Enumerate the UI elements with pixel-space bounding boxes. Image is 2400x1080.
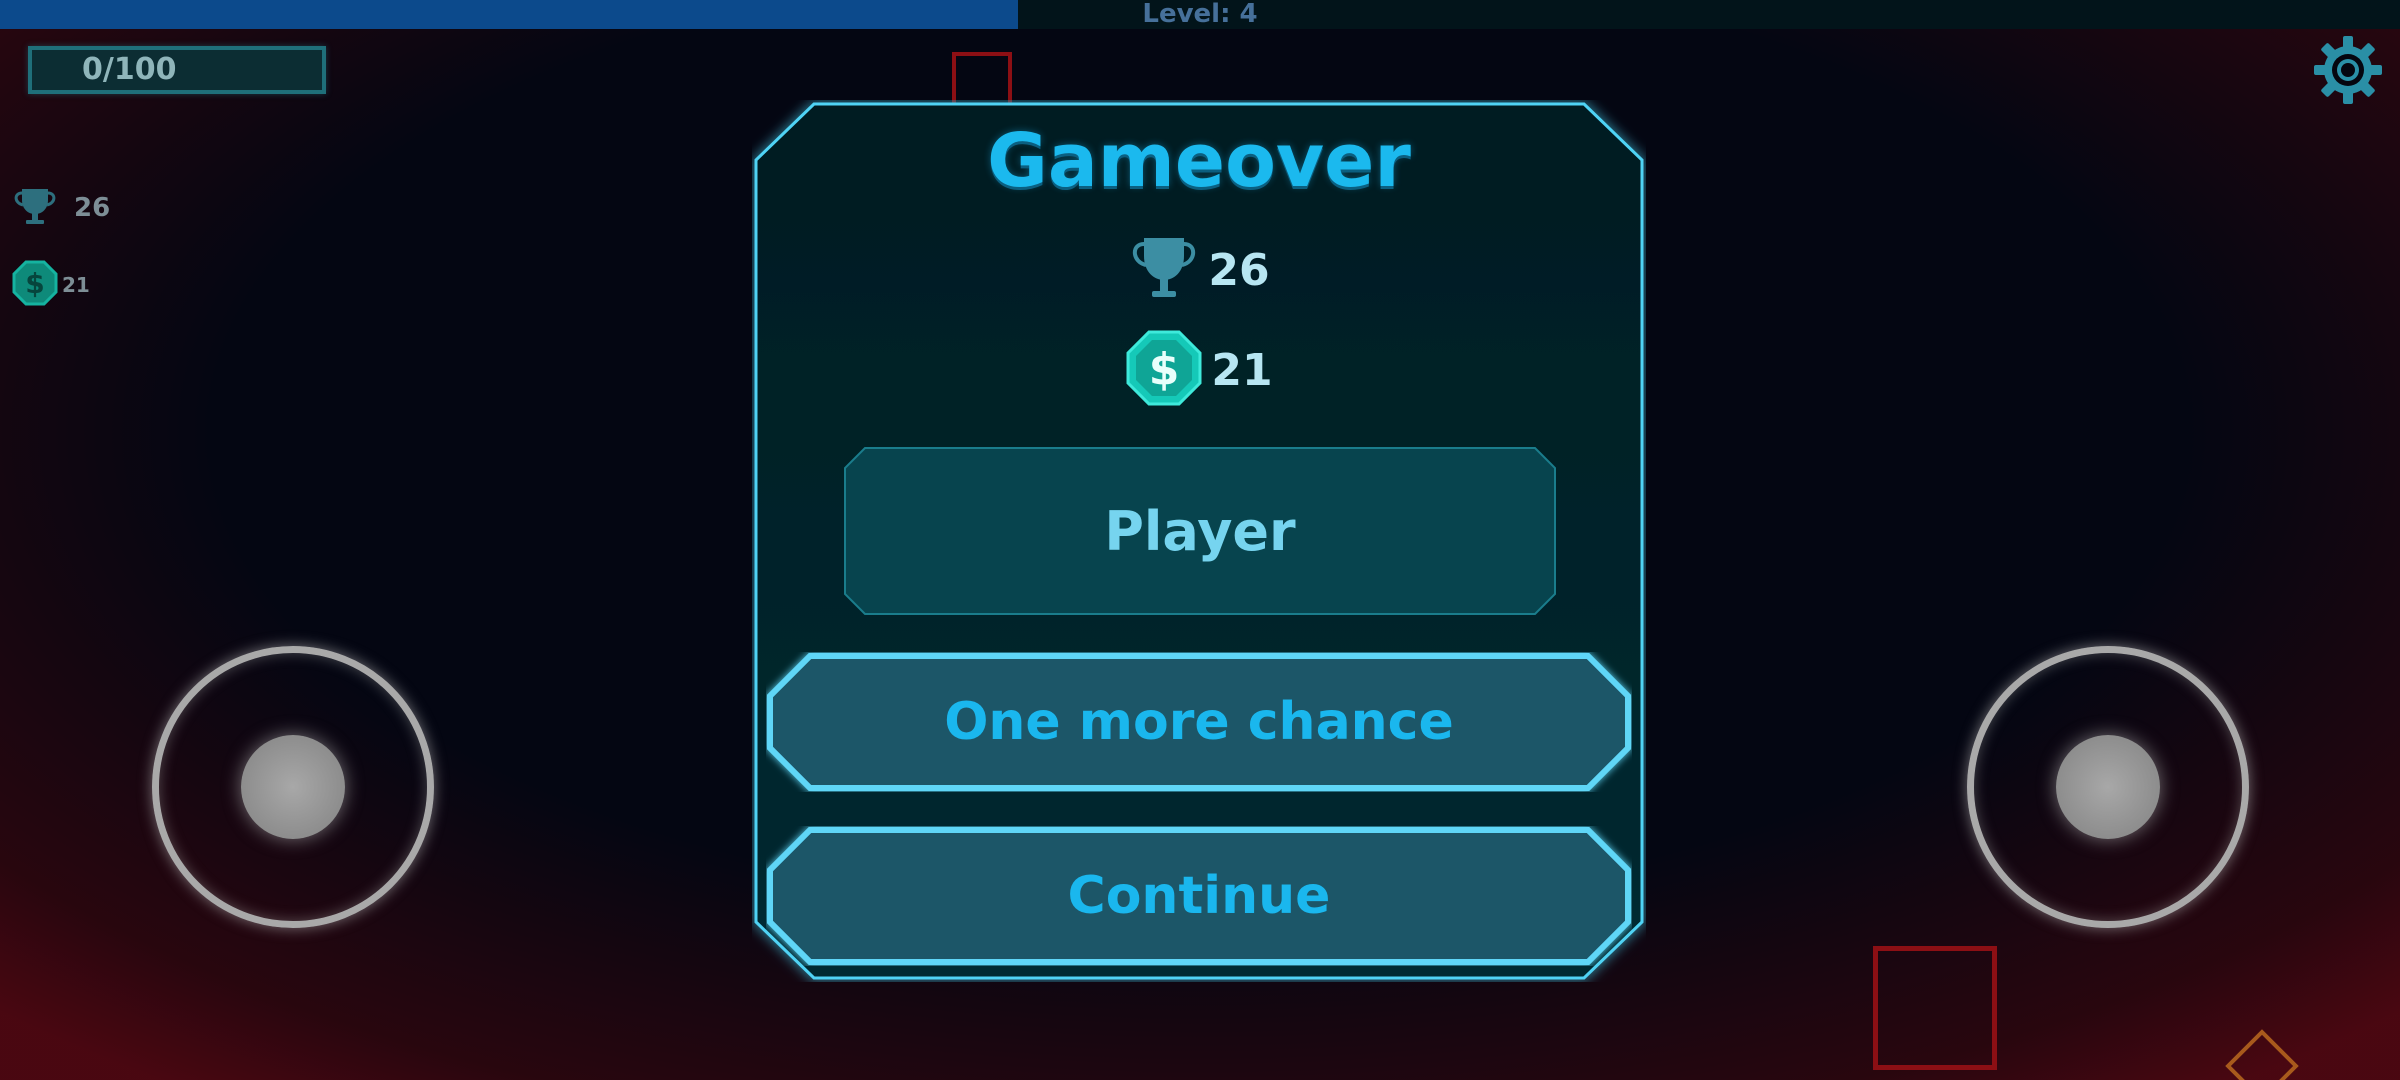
level-progress-bar: Level: 4 (0, 0, 2400, 29)
dialog-trophy-count: 26 (1208, 244, 1270, 296)
joystick-right[interactable] (1967, 646, 2249, 928)
svg-text:$: $ (1149, 344, 1180, 395)
joystick-left-knob[interactable] (241, 735, 345, 839)
trophy-icon (12, 186, 58, 230)
settings-gear-icon[interactable] (2312, 34, 2384, 106)
dialog-trophy-stat: 26 (752, 234, 1646, 306)
player-button-label: Player (1104, 499, 1296, 563)
hud-trophy-stat: 26 (12, 186, 110, 230)
continue-label: Continue (1067, 866, 1331, 926)
coin-icon: $ (1125, 329, 1203, 411)
joystick-left[interactable] (152, 646, 434, 928)
hud-trophy-count: 26 (74, 193, 111, 223)
enemy-square-outline (1873, 946, 1997, 1070)
level-label: Level: 4 (1142, 0, 1258, 29)
one-more-chance-label: One more chance (944, 692, 1454, 752)
continue-button[interactable]: Continue (766, 826, 1632, 966)
dialog-coin-stat: $ 21 (752, 330, 1646, 410)
hud-coin-count: 21 (62, 273, 90, 297)
trophy-icon (1128, 234, 1200, 306)
coin-icon: $ (12, 260, 58, 310)
dialog-coin-count: 21 (1211, 344, 1273, 396)
svg-text:$: $ (25, 267, 44, 300)
one-more-chance-button[interactable]: One more chance (766, 652, 1632, 792)
gameover-title: Gameover (987, 118, 1411, 204)
hud-coin-stat: $ 21 (12, 260, 90, 310)
player-name-button[interactable]: Player (843, 446, 1557, 616)
joystick-right-knob[interactable] (2056, 735, 2160, 839)
kill-progress-counter: 0/100 (28, 46, 326, 94)
